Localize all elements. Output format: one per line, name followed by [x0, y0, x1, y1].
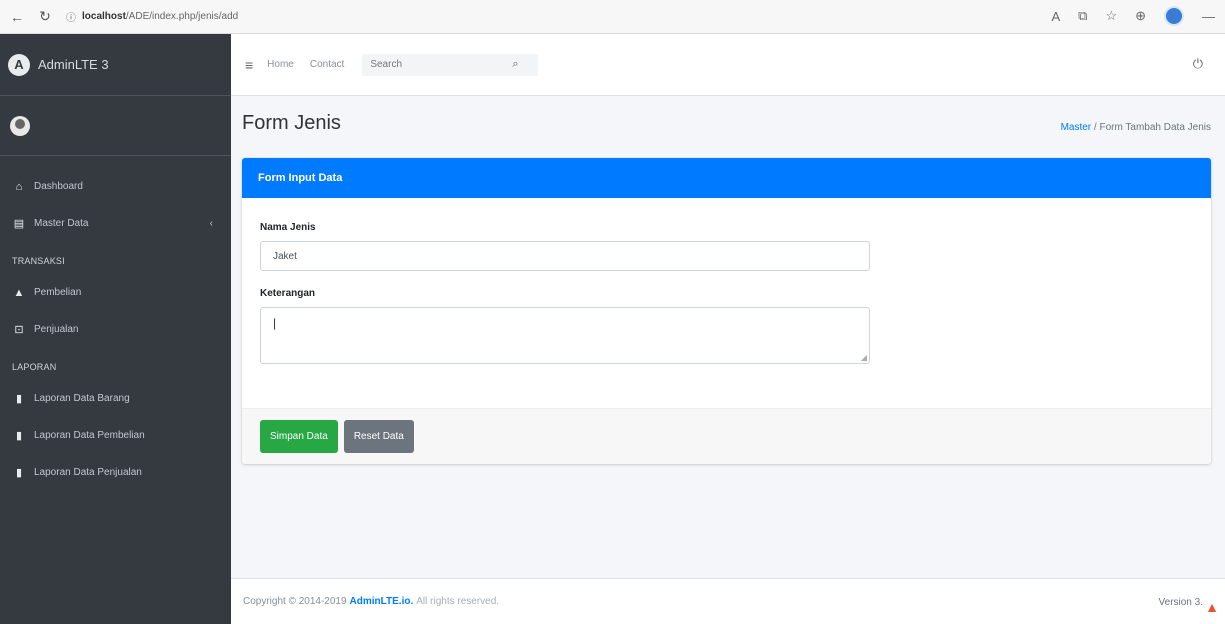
database-icon: ▤	[13, 218, 25, 230]
nav-header-transaksi: TRANSAKSI	[12, 256, 65, 266]
reset-data-button[interactable]: Reset Data	[343, 420, 414, 453]
search-icon[interactable]: ⌕	[512, 58, 518, 71]
read-aloud-icon[interactable]: A	[1051, 9, 1060, 24]
sidebar-item-dashboard[interactable]: ⌂ Dashboard	[0, 168, 231, 205]
card-body: Nama Jenis Jaket Keterangan | ◢	[242, 198, 1211, 364]
simpan-data-button[interactable]: Simpan Data	[260, 420, 338, 453]
user-avatar-icon	[10, 115, 30, 136]
keterangan-textarea[interactable]: | ◢	[260, 307, 870, 364]
rights-text: All rights reserved.	[416, 596, 500, 607]
url-host: localhost	[82, 11, 126, 22]
sidebar-item-laporan-barang[interactable]: ▮ Laporan Data Barang	[0, 380, 231, 417]
favorites-icon[interactable]: ☆	[1105, 8, 1117, 24]
power-icon[interactable]: ⏻	[1193, 56, 1203, 72]
sidebar-item-label: Laporan Data Pembelian	[34, 430, 145, 441]
sidebar-item-laporan-penjualan[interactable]: ▮ Laporan Data Penjualan	[0, 454, 231, 491]
collections-icon[interactable]: ⊕	[1135, 8, 1146, 24]
sidebar-item-label: Pembelian	[34, 287, 82, 298]
sidebar-item-pembelian[interactable]: ▲ Pembelian	[0, 274, 231, 311]
cart-icon: ⊡	[14, 324, 24, 336]
keterangan-label: Keterangan	[260, 288, 316, 299]
file-icon: ▮	[15, 467, 23, 479]
browser-toolbar: ← ↻ ⓘ localhost/ADE/index.php/jenis/add …	[0, 0, 1225, 34]
breadcrumb: Master / Form Tambah Data Jenis	[1061, 122, 1211, 133]
copyright-text: Copyright © 2014-2019	[243, 596, 347, 607]
breadcrumb-master-link[interactable]: Master	[1061, 122, 1092, 133]
sidebar-item-label: Dashboard	[34, 181, 83, 192]
back-arrow-icon[interactable]: ←	[6, 6, 28, 28]
sidebar-item-master-data[interactable]: ▤ Master Data ‹	[0, 205, 231, 242]
home-icon: ⌂	[15, 180, 23, 193]
version-text: Version 3.	[1158, 597, 1203, 608]
sidebar-item-label: Master Data	[34, 218, 89, 229]
search-input[interactable]	[362, 59, 513, 70]
nav-link-contact[interactable]: Contact	[310, 59, 344, 70]
info-icon: ⓘ	[66, 13, 76, 24]
nama-jenis-input[interactable]: Jaket	[260, 241, 870, 271]
main-footer: Copyright © 2014-2019 AdminLTE.io. All r…	[231, 578, 1225, 624]
file-icon: ▮	[15, 393, 23, 405]
brand-link[interactable]: A AdminLTE 3	[0, 34, 231, 96]
sidebar: A AdminLTE 3 ⌂ Dashboard ▤ Master Data ‹…	[0, 34, 231, 624]
url-path: /ADE/index.php/jenis/add	[125, 11, 239, 22]
brand-text: AdminLTE 3	[38, 57, 109, 72]
sidebar-item-laporan-pembelian[interactable]: ▮ Laporan Data Pembelian	[0, 417, 231, 454]
sidebar-item-penjualan[interactable]: ⊡ Penjualan	[0, 311, 231, 348]
nama-jenis-label: Nama Jenis	[260, 222, 316, 233]
card-header: Form Input Data	[242, 158, 1211, 198]
text-caret: |	[273, 316, 277, 330]
card-footer: Simpan Data Reset Data	[242, 408, 1211, 464]
sidebar-item-label: Laporan Data Penjualan	[34, 467, 142, 478]
flame-icon: ▲	[1205, 599, 1219, 615]
nav-link-home[interactable]: Home	[267, 59, 294, 70]
resize-handle-icon[interactable]: ◢	[861, 353, 867, 362]
sidebar-item-label: Laporan Data Barang	[34, 393, 130, 404]
page-title: Form Jenis	[242, 112, 341, 134]
breadcrumb-current: Form Tambah Data Jenis	[1099, 122, 1211, 133]
nav-header-laporan: LAPORAN	[12, 362, 57, 372]
minimize-icon[interactable]: —	[1202, 9, 1215, 24]
form-card: Form Input Data Nama Jenis Jaket Keteran…	[242, 158, 1211, 464]
file-icon: ▮	[15, 430, 23, 442]
sidebar-nav: ⌂ Dashboard ▤ Master Data ‹ TRANSAKSI ▲ …	[0, 156, 231, 491]
sidebar-item-label: Penjualan	[34, 324, 79, 335]
profile-avatar-icon[interactable]	[1164, 6, 1184, 26]
shopping-bag-icon: ▲	[13, 286, 25, 299]
menu-toggle-icon[interactable]: ≡	[245, 57, 253, 73]
chevron-left-icon: ‹	[209, 218, 213, 229]
adminlte-logo-icon: A	[8, 53, 30, 76]
adminlte-footer-link[interactable]: AdminLTE.io.	[350, 596, 414, 607]
refresh-icon[interactable]: ↻	[34, 6, 56, 28]
navbar-search: ⌕	[362, 53, 539, 76]
top-navbar: ≡ Home Contact ⌕ ⏻	[231, 34, 1225, 96]
extensions-icon[interactable]: ⧉	[1078, 8, 1087, 24]
user-panel[interactable]	[0, 96, 231, 156]
address-bar[interactable]: ⓘ localhost/ADE/index.php/jenis/add	[66, 9, 238, 24]
